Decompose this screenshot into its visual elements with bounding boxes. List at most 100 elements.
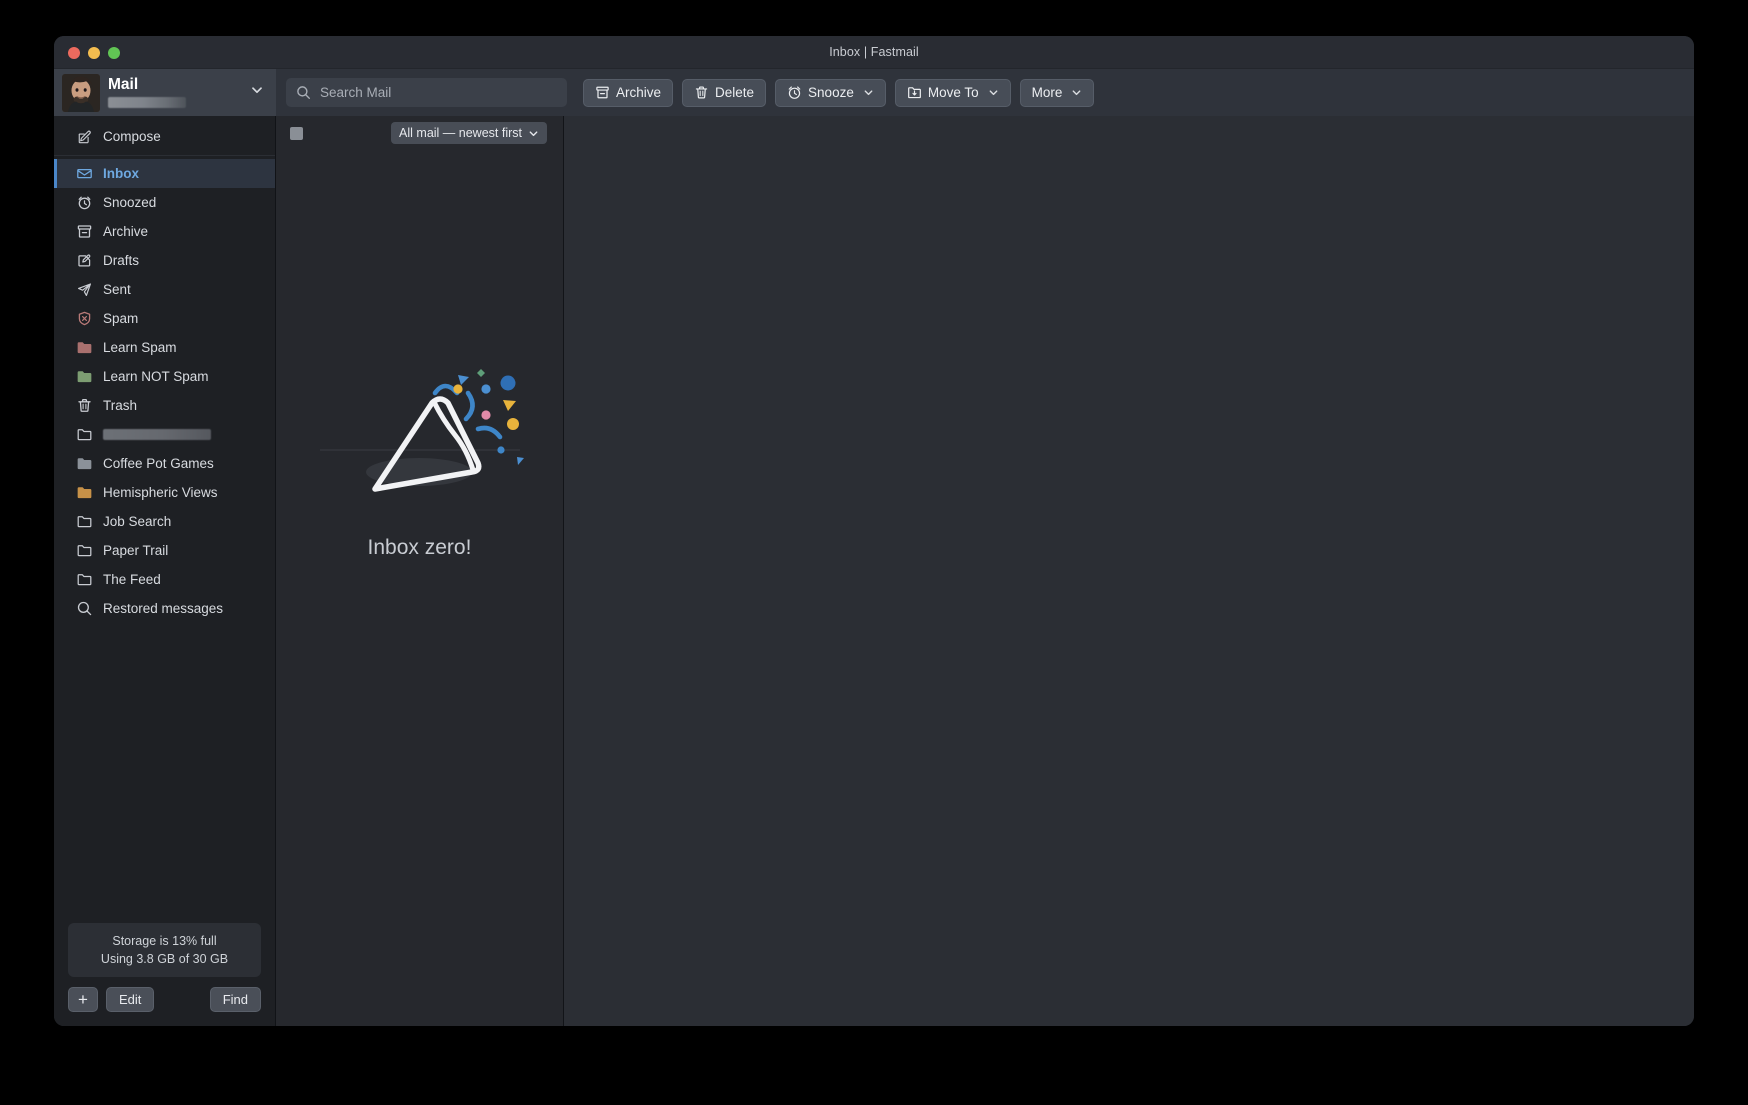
chevron-down-icon	[1071, 87, 1082, 98]
sidebar-item-redacted[interactable]	[54, 420, 275, 449]
chevron-down-icon	[988, 87, 999, 98]
sidebar-item-inbox[interactable]: Inbox	[54, 159, 275, 188]
move-to-button-label: Move To	[927, 85, 979, 100]
sidebar-item-restored-messages[interactable]: Restored messages	[54, 594, 275, 623]
folder-icon	[76, 426, 93, 443]
sidebar-item-learn-spam[interactable]: Learn Spam	[54, 333, 275, 362]
sidebar-item-archive[interactable]: Archive	[54, 217, 275, 246]
main-body: Compose Inbox Snoozed Archive Drafts Sen…	[54, 116, 1694, 1026]
party-popper-confetti-illustration	[315, 345, 525, 520]
sidebar-item-label: Archive	[103, 224, 149, 239]
folder-filled-icon	[76, 339, 93, 356]
sidebar-item-job-search[interactable]: Job Search	[54, 507, 275, 536]
toolbar-actions: Archive Delete Snooze Move To More	[567, 69, 1694, 116]
sidebar-item-label: Spam	[103, 311, 139, 326]
inbox-icon	[76, 165, 93, 182]
sidebar-item-learn-not-spam[interactable]: Learn NOT Spam	[54, 362, 275, 391]
find-button[interactable]: Find	[209, 987, 261, 1012]
search-placeholder: Search Mail	[320, 85, 392, 100]
sent-icon	[76, 281, 93, 298]
sidebar-item-label: Inbox	[103, 166, 139, 181]
drafts-icon	[76, 252, 93, 269]
sidebar-item-label: Snoozed	[103, 195, 157, 210]
sidebar-item-label: Drafts	[103, 253, 140, 268]
more-button-label: More	[1031, 85, 1063, 100]
sidebar-item-drafts[interactable]: Drafts	[54, 246, 275, 275]
sort-dropdown-label: All mail — newest first	[399, 126, 522, 140]
sidebar-item-hemispheric-views[interactable]: Hemispheric Views	[54, 478, 275, 507]
folder-icon	[76, 542, 93, 559]
trash-icon	[694, 85, 709, 100]
sidebar-footer-buttons: + Edit Find	[54, 987, 275, 1026]
storage-usage-text: Using 3.8 GB of 30 GB	[100, 952, 229, 966]
sort-dropdown[interactable]: All mail — newest first	[391, 122, 547, 144]
sidebar-item-label: Compose	[103, 129, 161, 144]
sidebar-item-the-feed[interactable]: The Feed	[54, 565, 275, 594]
sidebar-item-spam[interactable]: Spam	[54, 304, 275, 333]
app-window: Inbox | Fastmail Mail Search Mail Archiv…	[54, 36, 1694, 1026]
avatar	[62, 73, 100, 112]
storage-percent-text: Storage is 13% full	[112, 934, 217, 948]
archive-icon	[595, 85, 610, 100]
account-switcher[interactable]: Mail	[54, 69, 276, 116]
sidebar-item-sent[interactable]: Sent	[54, 275, 275, 304]
search-icon	[76, 600, 93, 617]
search-icon	[296, 85, 311, 100]
sidebar-item-compose[interactable]: Compose	[54, 122, 275, 151]
sidebar-item-coffee-pot-games[interactable]: Coffee Pot Games	[54, 449, 275, 478]
folder-filled-icon	[76, 484, 93, 501]
storage-info: Storage is 13% full Using 3.8 GB of 30 G…	[68, 923, 261, 977]
sidebar-item-label: The Feed	[103, 572, 161, 587]
account-text: Mail	[108, 77, 242, 108]
more-button[interactable]: More	[1019, 78, 1095, 107]
folder-filled-icon	[76, 455, 93, 472]
empty-state-label: Inbox zero!	[367, 536, 472, 559]
sidebar-item-label: Trash	[103, 398, 138, 413]
spam-shield-icon	[76, 310, 93, 327]
search-input[interactable]: Search Mail	[286, 78, 567, 107]
search-zone: Search Mail	[276, 69, 567, 116]
chevron-down-icon	[863, 87, 874, 98]
title-bar: Inbox | Fastmail	[54, 36, 1694, 69]
message-list-pane: All mail — newest first Inbox zero!	[276, 116, 564, 1026]
snooze-button-label: Snooze	[808, 85, 854, 100]
account-email-redacted	[108, 97, 186, 108]
delete-button[interactable]: Delete	[682, 78, 767, 107]
empty-state: Inbox zero!	[276, 150, 563, 1026]
select-all-checkbox[interactable]	[290, 126, 303, 140]
trash-icon	[76, 397, 93, 414]
sidebar-item-label-redacted	[103, 429, 211, 440]
chevron-down-icon	[250, 83, 268, 102]
snooze-button[interactable]: Snooze	[775, 78, 886, 107]
window-title: Inbox | Fastmail	[829, 45, 919, 59]
clock-icon	[76, 194, 93, 211]
folder-icon	[76, 513, 93, 530]
move-to-icon	[907, 85, 922, 100]
chevron-down-icon	[528, 128, 539, 139]
sidebar: Compose Inbox Snoozed Archive Drafts Sen…	[54, 116, 276, 1026]
sidebar-item-snoozed[interactable]: Snoozed	[54, 188, 275, 217]
sidebar-item-trash[interactable]: Trash	[54, 391, 275, 420]
sidebar-item-label: Coffee Pot Games	[103, 456, 214, 471]
message-list-header: All mail — newest first	[276, 116, 563, 150]
sidebar-item-paper-trail[interactable]: Paper Trail	[54, 536, 275, 565]
reading-pane	[564, 116, 1694, 1026]
sidebar-nav: Compose Inbox Snoozed Archive Drafts Sen…	[54, 116, 275, 623]
add-folder-button[interactable]: +	[68, 987, 98, 1012]
edit-folders-button[interactable]: Edit	[106, 987, 155, 1012]
archive-button-label: Archive	[616, 85, 662, 100]
clock-icon	[787, 85, 802, 100]
folder-icon	[76, 571, 93, 588]
sidebar-item-label: Restored messages	[103, 601, 224, 616]
sidebar-item-label: Learn NOT Spam	[103, 369, 209, 384]
compose-icon	[76, 128, 93, 145]
sidebar-item-label: Learn Spam	[103, 340, 177, 355]
archive-button[interactable]: Archive	[583, 78, 674, 107]
sidebar-item-label: Hemispheric Views	[103, 485, 218, 500]
account-name: Mail	[108, 76, 139, 93]
sidebar-item-label: Job Search	[103, 514, 172, 529]
move-to-button[interactable]: Move To	[894, 78, 1011, 107]
sidebar-item-label: Paper Trail	[103, 543, 169, 558]
archive-icon	[76, 223, 93, 240]
